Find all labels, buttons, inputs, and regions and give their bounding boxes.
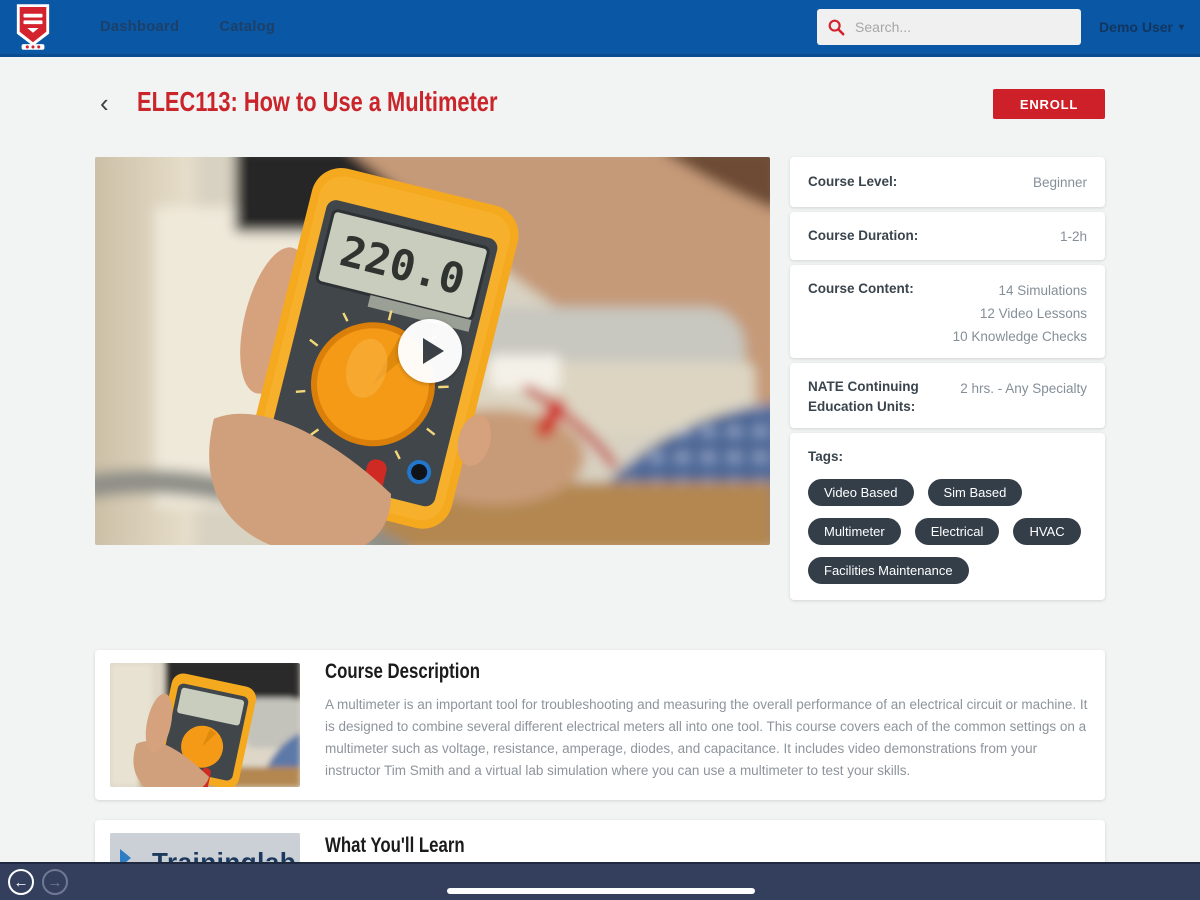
content-line: 12 Video Lessons [979,306,1087,321]
course-level-card: Course Level: Beginner [790,157,1105,207]
course-duration-card: Course Duration: 1-2h [790,212,1105,260]
course-content-card: Course Content: 14 Simulations 12 Video … [790,265,1105,358]
search-box [817,9,1082,45]
nate-ceu-value: 2 hrs. - Any Specialty [960,381,1087,396]
course-content-values: 14 Simulations 12 Video Lessons 10 Knowl… [953,279,1087,348]
course-description-card: Course Description A multimeter is an im… [95,650,1105,800]
description-thumbnail-illustration [110,663,300,787]
tag-pill[interactable]: Multimeter [808,517,901,545]
tag-pill[interactable]: Electrical [914,517,1000,545]
course-duration-value: 1-2h [1059,228,1087,244]
course-level-value: Beginner [1032,174,1087,190]
tag-pill[interactable]: Video Based [808,478,914,506]
nate-ceu-card: NATE Continuing Education Units: 2 hrs. … [790,363,1105,428]
arrow-left-icon: ← [13,873,29,891]
arrow-right-icon: → [47,873,63,891]
nav-catalog[interactable]: Catalog [219,19,275,35]
description-thumbnail [110,663,300,787]
main-nav: Dashboard Catalog [100,19,275,35]
search-input[interactable] [853,18,1072,36]
enroll-button[interactable]: ENROLL [993,89,1105,119]
course-level-label: Course Level: [808,174,898,190]
course-duration-label: Course Duration: [808,228,919,244]
description-heading-text: Course Description [325,660,480,683]
nate-ceu-label: NATE Continuing Education Units: [808,379,919,414]
tags-label: Tags: [808,449,844,464]
tag-pill[interactable]: Facilities Maintenance [808,556,969,584]
back-button[interactable]: ‹ [100,88,109,118]
user-menu[interactable]: Demo User ▾ [1099,19,1184,35]
page-title-text: ELEC113: How to Use a Multimeter [137,86,498,117]
tags-card: Tags: Video Based Sim Based Multimeter E… [790,433,1105,600]
tag-pill[interactable]: Sim Based [927,478,1023,506]
nav-dashboard[interactable]: Dashboard [100,19,179,35]
chevron-down-icon: ▾ [1178,21,1184,33]
play-icon [422,338,444,364]
brand-logo[interactable] [14,3,52,51]
description-body: A multimeter is an important tool for tr… [325,697,1088,778]
browser-back-button[interactable]: ← [8,869,34,895]
learn-heading-text: What You'll Learn [325,834,465,857]
system-bottom-bar: ← → [0,862,1200,900]
learn-heading: What You'll Learn [325,834,500,858]
tags-list: Video Based Sim Based Multimeter Electri… [808,478,1087,584]
content-line: 14 Simulations [998,283,1087,298]
user-menu-label: Demo User [1099,19,1173,35]
browser-forward-button[interactable]: → [42,869,68,895]
description-heading: Course Description [325,660,519,684]
page-title: ELEC113: How to Use a Multimeter [137,86,599,118]
home-indicator[interactable] [447,888,755,894]
tag-pill[interactable]: HVAC [1013,517,1081,545]
play-button[interactable] [398,319,462,383]
course-content-label: Course Content: [808,281,914,296]
course-page: Dashboard Catalog Demo User ▾ ‹ ELEC113:… [0,0,1200,900]
video-player[interactable]: 220.0 [95,157,770,545]
content-line: 10 Knowledge Checks [952,329,1087,344]
search-icon [828,19,845,36]
top-nav: Dashboard Catalog Demo User ▾ [0,0,1200,57]
